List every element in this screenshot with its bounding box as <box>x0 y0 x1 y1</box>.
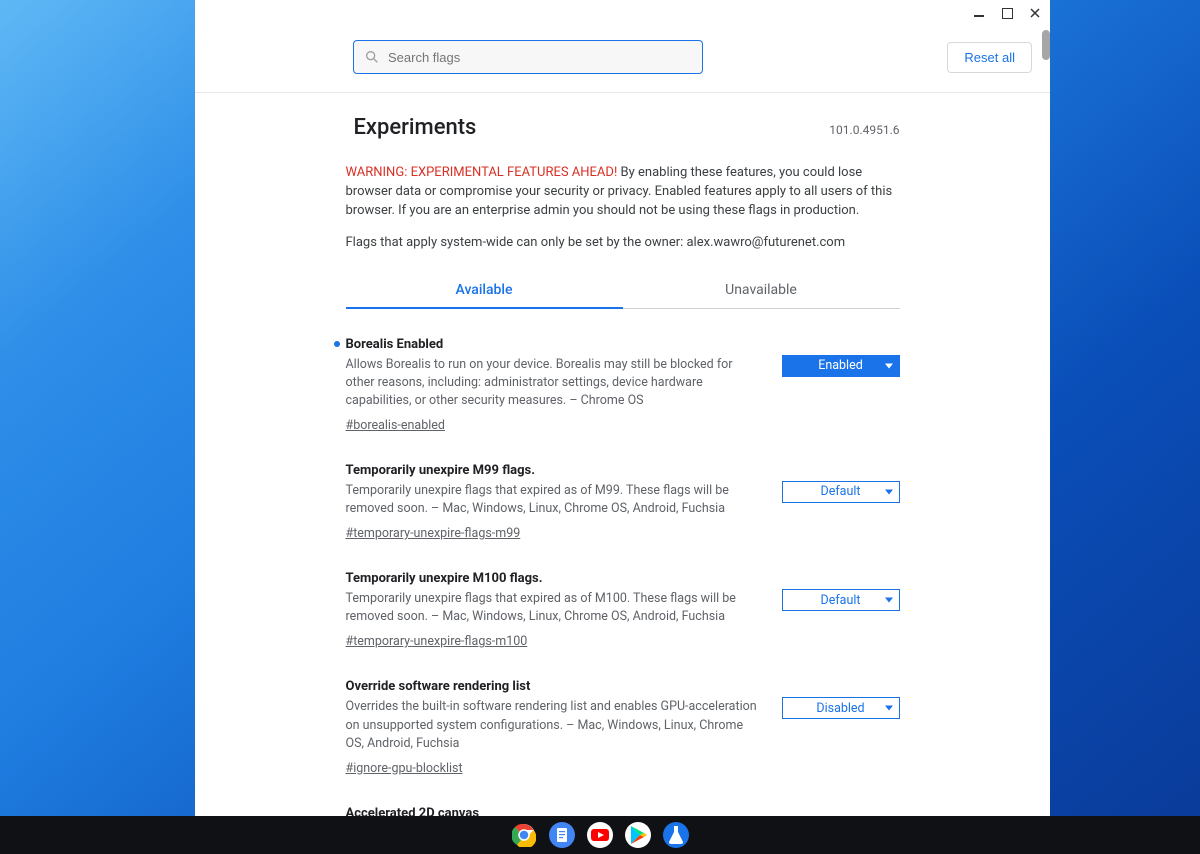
tabs: Available Unavailable <box>346 272 900 309</box>
flag-title-text: Override software rendering list <box>346 679 531 694</box>
search-row: Reset all <box>195 0 1050 93</box>
shelf-youtube-icon[interactable] <box>587 822 613 848</box>
flag-control: Disabled <box>782 679 900 775</box>
window-close-button[interactable] <box>1026 4 1044 22</box>
warning-text: WARNING: EXPERIMENTAL FEATURES AHEAD! By… <box>346 164 900 221</box>
window-controls <box>970 4 1044 22</box>
scrollbar-thumb[interactable] <box>1042 30 1050 60</box>
flag-title: Override software rendering list <box>346 679 762 694</box>
flag-info: Temporarily unexpire M99 flags. Temporar… <box>346 463 762 541</box>
flag-description: Allows Borealis to run on your device. B… <box>346 356 762 410</box>
flag-title-text: Temporarily unexpire M100 flags. <box>346 571 543 586</box>
flag-state-select[interactable]: Enabled <box>782 355 900 377</box>
page-title: Experiments <box>346 115 477 140</box>
flag-title: Temporarily unexpire M99 flags. <box>346 463 762 478</box>
search-box[interactable] <box>353 40 703 74</box>
title-row: Experiments 101.0.4951.6 <box>346 115 900 140</box>
flag-description: Temporarily unexpire flags that expired … <box>346 482 762 518</box>
flag-state-select[interactable]: Default <box>782 481 900 503</box>
shelf-flags-icon[interactable] <box>663 822 689 848</box>
content-scroll[interactable]: Experiments 101.0.4951.6 WARNING: EXPERI… <box>195 93 1050 820</box>
flag-description: Temporarily unexpire flags that expired … <box>346 590 762 626</box>
owner-note: Flags that apply system-wide can only be… <box>346 235 900 250</box>
window-maximize-button[interactable] <box>998 4 1016 22</box>
flag-title-text: Temporarily unexpire M99 flags. <box>346 463 536 478</box>
search-icon <box>364 49 380 65</box>
flag-info: Borealis Enabled Allows Borealis to run … <box>346 337 762 433</box>
flag-row: Temporarily unexpire M99 flags. Temporar… <box>346 463 900 541</box>
flag-row: Temporarily unexpire M100 flags. Tempora… <box>346 571 900 649</box>
docs-icon <box>550 823 574 847</box>
flag-title-text: Borealis Enabled <box>346 337 444 352</box>
tab-unavailable[interactable]: Unavailable <box>623 272 900 308</box>
version-label: 101.0.4951.6 <box>829 123 899 137</box>
close-icon <box>1030 8 1040 18</box>
chrome-icon <box>512 823 536 847</box>
reset-all-button[interactable]: Reset all <box>947 42 1032 73</box>
shelf <box>0 816 1200 854</box>
window-minimize-button[interactable] <box>970 4 988 22</box>
youtube-icon <box>588 823 612 847</box>
chevron-down-icon <box>885 363 893 368</box>
app-window: Reset all Experiments 101.0.4951.6 WARNI… <box>195 0 1050 820</box>
flag-control: Default <box>782 571 900 649</box>
flag-info: Override software rendering list Overrid… <box>346 679 762 775</box>
play-store-icon <box>626 823 650 847</box>
flag-state-value: Disabled <box>816 701 864 716</box>
chevron-down-icon <box>885 706 893 711</box>
flask-icon <box>664 823 688 847</box>
warning-prefix: WARNING: EXPERIMENTAL FEATURES AHEAD! <box>346 165 618 180</box>
flag-title: Borealis Enabled <box>346 337 762 352</box>
content-inner: Experiments 101.0.4951.6 WARNING: EXPERI… <box>346 93 900 820</box>
flag-state-value: Enabled <box>818 358 863 373</box>
shelf-play-store-icon[interactable] <box>625 822 651 848</box>
flag-row: Borealis Enabled Allows Borealis to run … <box>346 337 900 433</box>
tab-available[interactable]: Available <box>346 272 623 308</box>
flag-title: Temporarily unexpire M100 flags. <box>346 571 762 586</box>
flag-permalink[interactable]: #ignore-gpu-blocklist <box>346 761 463 776</box>
search-input[interactable] <box>388 50 692 65</box>
flag-info: Temporarily unexpire M100 flags. Tempora… <box>346 571 762 649</box>
flag-permalink[interactable]: #temporary-unexpire-flags-m99 <box>346 526 521 541</box>
shelf-chrome-icon[interactable] <box>511 822 537 848</box>
chevron-down-icon <box>885 489 893 494</box>
flag-state-select[interactable]: Disabled <box>782 697 900 719</box>
flag-state-value: Default <box>821 593 861 608</box>
flag-control: Enabled <box>782 337 900 433</box>
flag-description: Overrides the built-in software renderin… <box>346 698 762 752</box>
flag-permalink[interactable]: #temporary-unexpire-flags-m100 <box>346 634 528 649</box>
flag-permalink[interactable]: #borealis-enabled <box>346 418 445 433</box>
changed-indicator-icon <box>334 341 340 347</box>
chevron-down-icon <box>885 598 893 603</box>
flags-list: Borealis Enabled Allows Borealis to run … <box>346 337 900 820</box>
shelf-docs-icon[interactable] <box>549 822 575 848</box>
flag-control: Default <box>782 463 900 541</box>
flag-state-select[interactable]: Default <box>782 589 900 611</box>
flag-row: Override software rendering list Overrid… <box>346 679 900 775</box>
flag-state-value: Default <box>821 484 861 499</box>
